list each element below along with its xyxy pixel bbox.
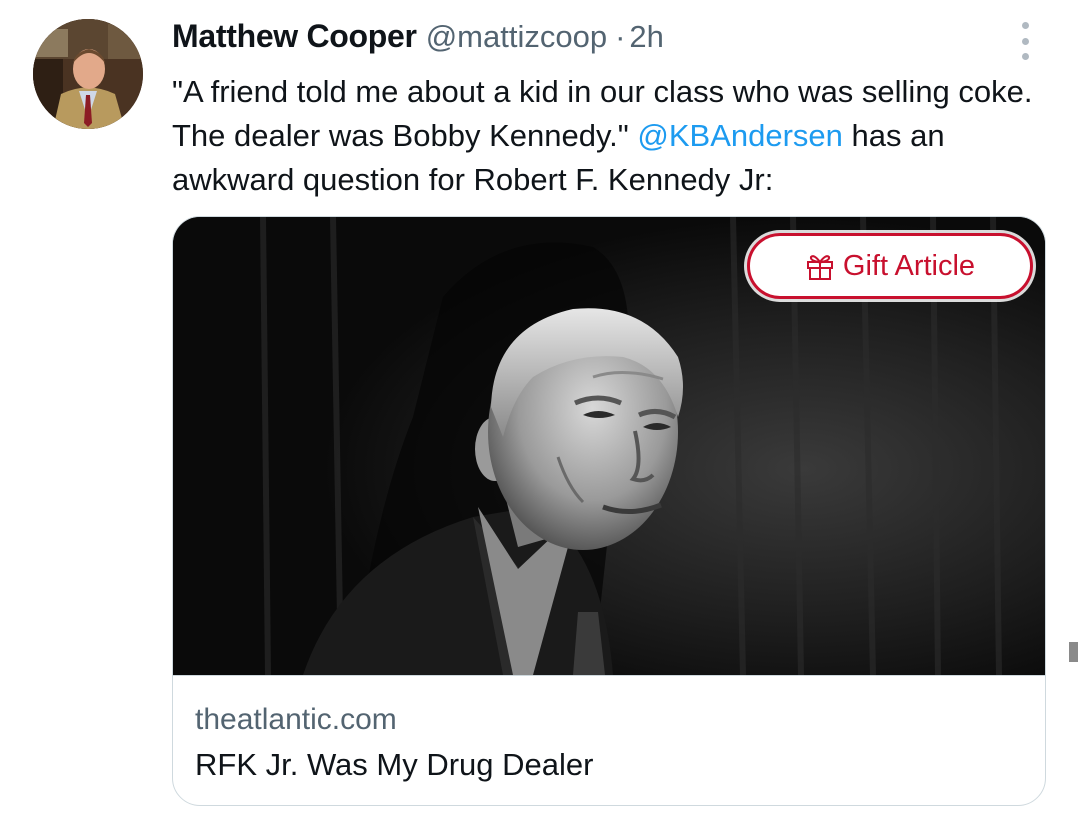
more-options-button[interactable] <box>1010 22 1040 60</box>
scrollbar-thumb[interactable] <box>1069 642 1078 662</box>
timestamp[interactable]: 2h <box>629 19 663 55</box>
separator-dot: · <box>615 19 626 54</box>
tweet[interactable]: Matthew Cooper @mattizcoop · 2h "A frien… <box>0 0 1080 814</box>
gift-icon <box>805 251 835 281</box>
card-title: RFK Jr. Was My Drug Dealer <box>195 747 594 782</box>
author-display-name[interactable]: Matthew Cooper <box>172 18 417 55</box>
tweet-header: Matthew Cooper @mattizcoop · 2h <box>172 18 664 60</box>
gift-article-label: Gift Article <box>842 249 976 282</box>
author-handle[interactable]: @mattizcoop <box>426 19 607 55</box>
more-vertical-icon-dot <box>1021 37 1029 45</box>
link-card[interactable]: Gift Article theatlantic.com RFK Jr. Was… <box>172 216 1046 806</box>
gift-article-badge[interactable]: Gift Article <box>747 233 1033 299</box>
avatar-image <box>33 19 143 129</box>
avatar[interactable] <box>33 19 143 129</box>
more-vertical-icon-dot <box>1021 53 1029 60</box>
card-image[interactable]: Gift Article <box>173 217 1045 675</box>
more-vertical-icon <box>1021 22 1029 29</box>
tweet-text: "A friend told me about a kid in our cla… <box>172 70 1052 202</box>
card-footer[interactable]: theatlantic.com RFK Jr. Was My Drug Deal… <box>173 675 1045 805</box>
mention-link[interactable]: @KBAndersen <box>637 118 843 153</box>
card-domain: theatlantic.com <box>195 703 397 736</box>
